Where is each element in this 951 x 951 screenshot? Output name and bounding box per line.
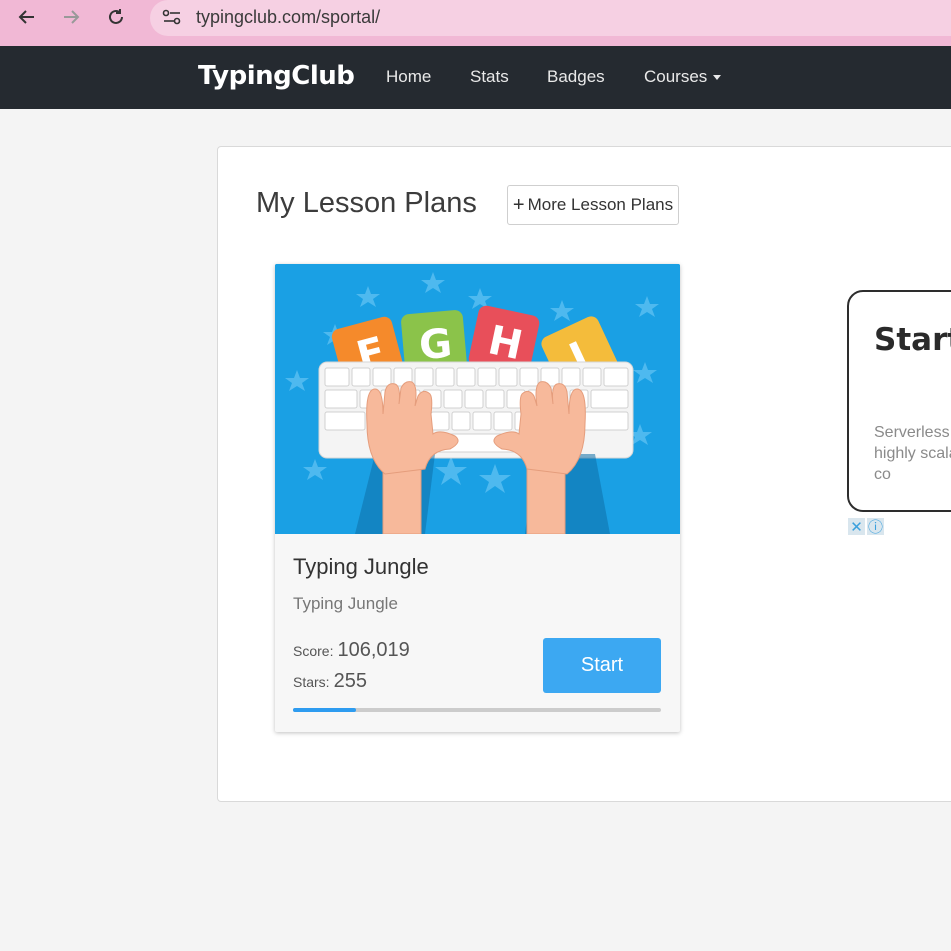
- stars-value: 255: [333, 670, 367, 692]
- score-label: Score:: [293, 643, 334, 659]
- lesson-image: F G H J: [275, 264, 680, 535]
- ad-headline[interactable]: Start trial r: [874, 322, 951, 359]
- browser-toolbar: typingclub.com/sportal/: [0, 0, 951, 46]
- ad-controls: ✕ ⓘ: [848, 518, 886, 536]
- more-lesson-plans-button[interactable]: + More Lesson Plans: [507, 185, 679, 225]
- nav-stats[interactable]: Stats: [470, 67, 509, 87]
- nav-badges[interactable]: Badges: [547, 67, 605, 87]
- ad-info-icon[interactable]: ⓘ: [867, 518, 884, 536]
- lesson-subtitle: Typing Jungle: [293, 594, 398, 613]
- ad-close-icon[interactable]: ✕: [848, 518, 865, 536]
- forward-arrow-icon[interactable]: [57, 6, 85, 28]
- stars-label: Stars:: [293, 674, 330, 690]
- brand-logo[interactable]: TypingClub: [198, 61, 355, 91]
- more-lesson-plans-label: More Lesson Plans: [527, 195, 674, 214]
- progress-bar: [293, 708, 661, 712]
- score-row: Score: 106,019: [293, 639, 410, 662]
- score-value: 106,019: [337, 639, 410, 661]
- start-button[interactable]: Start: [543, 638, 661, 693]
- ad-banner[interactable]: Start trial r Serverless, highly scalabl…: [847, 290, 951, 512]
- nav-courses-label: Courses: [644, 67, 708, 86]
- url-text[interactable]: typingclub.com/sportal/: [196, 7, 380, 28]
- ad-body: Serverless, highly scalable, co: [874, 424, 951, 483]
- lesson-title[interactable]: Typing Jungle: [293, 554, 429, 580]
- page-title: My Lesson Plans: [256, 187, 477, 219]
- nav-courses[interactable]: Courses: [644, 67, 722, 87]
- caret-down-icon: [713, 75, 722, 81]
- stars-row: Stars: 255: [293, 670, 367, 693]
- lesson-plans-panel: My Lesson Plans + More Lesson Plans F G …: [217, 146, 951, 802]
- progress-fill: [293, 708, 356, 712]
- nav-home[interactable]: Home: [386, 67, 431, 87]
- lesson-card[interactable]: F G H J Typing Jungle Typing Jungle Scor…: [275, 264, 680, 732]
- back-arrow-icon[interactable]: [13, 6, 41, 28]
- site-settings-icon[interactable]: [162, 8, 182, 31]
- reload-icon[interactable]: [102, 6, 130, 28]
- site-navbar: TypingClub Home Stats Badges Courses: [0, 46, 951, 109]
- address-bar[interactable]: typingclub.com/sportal/: [150, 0, 951, 36]
- plus-icon: +: [512, 193, 525, 216]
